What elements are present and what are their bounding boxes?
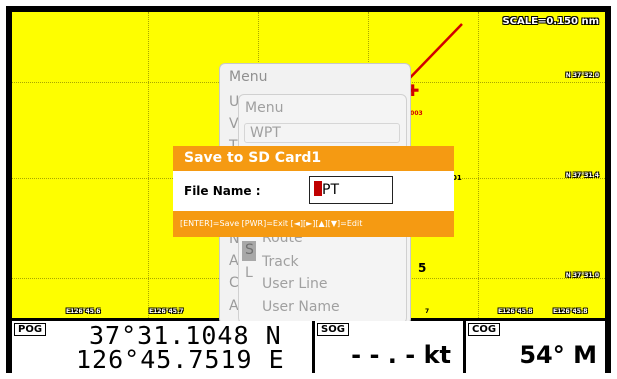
pog-panel: POG 37°31.1048 N 126°45.7519 E [12,321,312,374]
file-name-value: PT [322,182,339,198]
latitude-label: N 37°31.4 [565,172,599,179]
longitude-label: E126°45.7 [149,308,184,315]
file-name-label: File Name : [184,184,261,198]
pog-label: POG [14,323,47,336]
menu-item-track[interactable]: Track [262,254,299,270]
file-name-input[interactable]: PT [309,176,393,204]
dialog-help-bar: [ENTER]=Save [PWR]=Exit [◄][►][▲][▼]=Edi… [173,211,454,237]
cog-panel: COG 54° M [466,321,605,373]
cog-value: 54° M [519,341,597,369]
menu-title: Menu [229,69,268,85]
text-cursor [314,181,322,196]
pog-longitude: 126°45.7519 E [76,345,285,374]
longitude-label: E126°45.8 [498,308,533,315]
menu-item-user-name[interactable]: User Name [262,299,340,315]
menu-item-wpt[interactable]: WPT [244,123,400,143]
menu-title: Menu [245,100,284,116]
longitude-label: E126°45.6 [66,308,101,315]
dialog-title-bar: Save to SD Card1 [173,146,454,171]
latitude-label: N 37°32.0 [565,72,599,79]
menu-item-stub[interactable]: L [245,265,253,281]
chart-fragment: 5 [418,261,427,275]
scale-readout: SCALE=0.150 nm [502,16,599,27]
menu-item-user-line[interactable]: User Line [262,276,328,292]
dialog-help-text: [ENTER]=Save [PWR]=Exit [◄][►][▲][▼]=Edi… [180,219,363,228]
dialog-body: File Name : PT [173,171,454,211]
chart-fragment: 7 [425,308,430,315]
sog-value: - - . - kt [351,341,451,369]
dialog-title: Save to SD Card1 [184,150,322,166]
cog-label: COG [468,323,501,336]
latitude-label: N 37°31.0 [565,272,599,279]
save-dialog: Save to SD Card1 File Name : PT [ENTER]=… [173,146,454,237]
menu-item-stub[interactable]: S [245,242,254,258]
sog-panel: SOG - - . - kt [315,321,463,373]
longitude-label: E126°45.8 [553,308,588,315]
status-bar: POG 37°31.1048 N 126°45.7519 E SOG - - .… [12,321,605,374]
sog-label: SOG [317,323,349,336]
